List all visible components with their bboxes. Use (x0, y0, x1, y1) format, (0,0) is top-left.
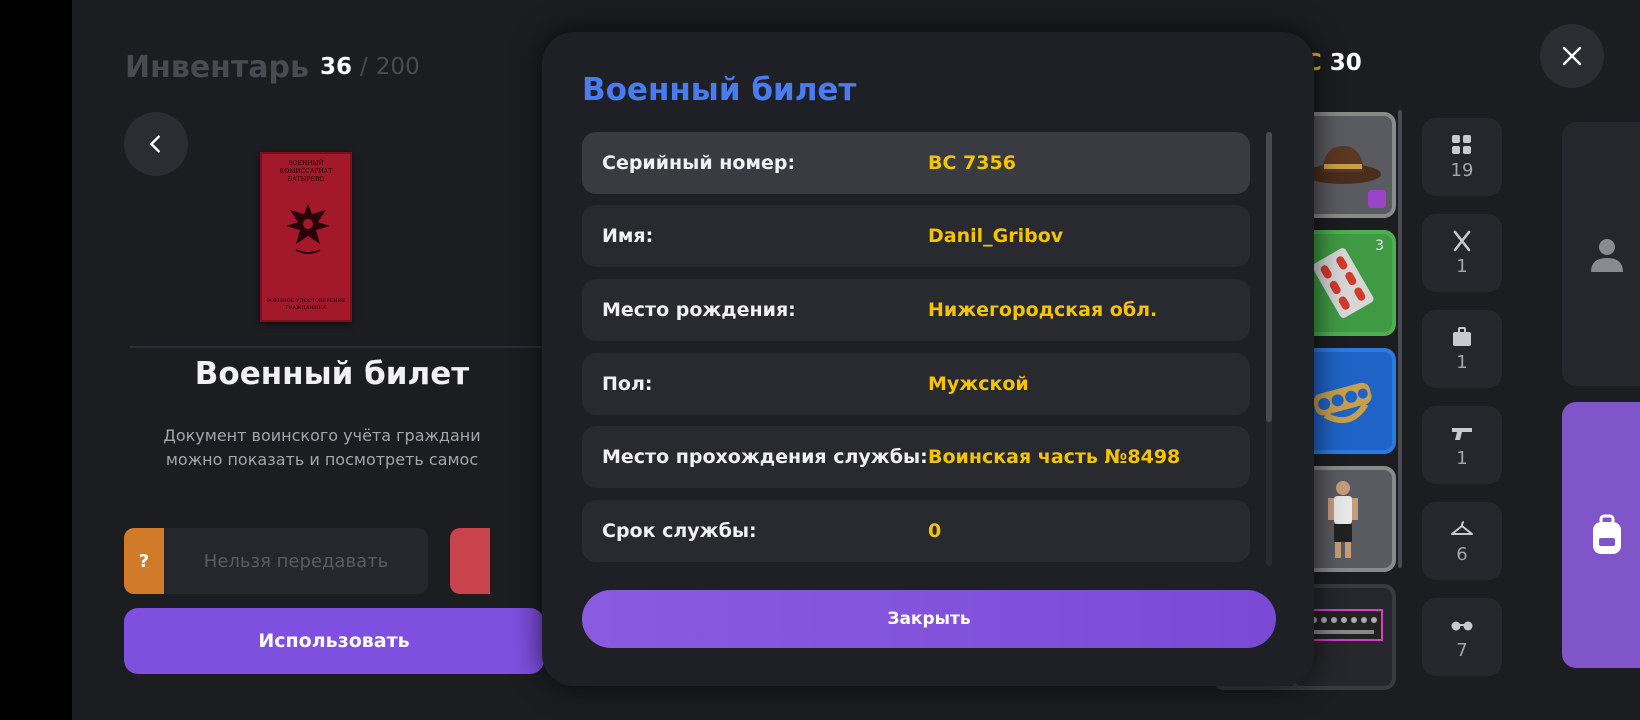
category-food[interactable]: 1 (1422, 214, 1502, 292)
doc-header-text: ВОЕННЫЙ КОМИССАРИАТ БАТЫРЕВО (279, 160, 333, 183)
item-description-line2: можно показать и посмотреть самос (165, 450, 479, 469)
field-value: Нижегородская обл. (928, 299, 1158, 321)
tab-backpack[interactable] (1562, 402, 1640, 668)
field-label: Срок службы: (602, 520, 757, 542)
category-count: 1 (1456, 447, 1468, 469)
field-label: Место рождения: (602, 299, 796, 321)
category-count: 1 (1456, 351, 1468, 373)
backpack-icon (1593, 514, 1621, 554)
item-description: Документ воинского учёта граждани можно … (112, 424, 532, 472)
close-button[interactable]: Закрыть (582, 590, 1276, 648)
document-modal: Военный билет Серийный номер: ВС 7356 Им… (542, 32, 1314, 686)
divider (130, 346, 550, 348)
category-weapons[interactable]: 1 (1422, 406, 1502, 484)
field-value: ВС 7356 (928, 152, 1016, 174)
close-icon (1562, 46, 1582, 66)
chevron-left-icon (150, 135, 160, 153)
modal-title: Военный билет (582, 72, 857, 108)
eagle-emblem-icon (286, 204, 330, 254)
field-row-serial[interactable]: Серийный номер: ВС 7356 (582, 132, 1250, 194)
category-count: 1 (1456, 255, 1468, 277)
category-count: 19 (1450, 159, 1474, 181)
item-name: Военный билет (194, 356, 470, 392)
help-badge[interactable]: ? (124, 528, 164, 594)
category-clothes[interactable]: 6 (1422, 502, 1502, 580)
inventory-title: Инвентарь (125, 50, 309, 85)
field-label: Серийный номер: (602, 152, 796, 174)
scrollbar-thumb[interactable] (1266, 132, 1272, 422)
hanger-icon (1451, 520, 1473, 535)
food-icon (1453, 230, 1471, 251)
field-row-birthplace[interactable]: Место рождения: Нижегородская обл. (582, 279, 1250, 341)
field-row-gender[interactable]: Пол: Мужской (582, 353, 1250, 415)
gun-icon (1452, 427, 1472, 440)
person-icon (1591, 239, 1623, 272)
doc-footer-text: ВОЕННОЕ УДОСТОВЕРЕНИЕ ГРАЖДАНИНА (266, 298, 346, 311)
use-button[interactable]: Использовать (124, 608, 544, 674)
person-badge-icon (1368, 190, 1386, 208)
item-description-line1: Документ воинского учёта граждани (163, 426, 481, 445)
inventory-count-current: 36 (320, 54, 353, 80)
grid-scrollbar[interactable] (1398, 110, 1402, 568)
category-accessories[interactable]: 7 (1422, 598, 1502, 676)
close-inventory-button[interactable] (1540, 24, 1604, 88)
category-all[interactable]: 19 (1422, 118, 1502, 196)
field-label: Место прохождения службы: (602, 446, 928, 468)
military-id-image: ВОЕННЫЙ КОМИССАРИАТ БАТЫРЕВО ВОЕННОЕ УДО… (260, 152, 352, 322)
inventory-count-separator: / (360, 54, 368, 80)
inventory-capacity: 36 / 200 (320, 54, 420, 80)
category-count: 7 (1456, 639, 1468, 661)
inventory-screen: Инвентарь 36 / 200 ВОЕННЫЙ КОМИССАРИАТ Б… (72, 0, 1640, 720)
field-value: Danil_Gribov (928, 225, 1064, 247)
back-button[interactable] (124, 112, 188, 176)
mc-value: 30 (1329, 50, 1362, 76)
modal-scrollbar[interactable] (1266, 132, 1272, 566)
field-value: 0 (928, 520, 942, 542)
field-row-service-place[interactable]: Место прохождения службы: Воинская часть… (582, 426, 1250, 488)
bag-icon (1453, 326, 1471, 346)
grid-icon (1452, 134, 1471, 154)
category-bag[interactable]: 1 (1422, 310, 1502, 388)
field-value: Мужской (928, 373, 1029, 395)
transfer-status: Нельзя передавать (164, 528, 428, 594)
field-label: Имя: (602, 225, 654, 247)
drop-button[interactable] (450, 528, 490, 594)
tab-character[interactable] (1562, 122, 1640, 386)
item-quantity: 3 (1375, 238, 1384, 254)
category-count: 6 (1456, 543, 1468, 565)
glasses-icon (1451, 621, 1473, 630)
field-label: Пол: (602, 373, 653, 395)
inventory-count-max: 200 (375, 54, 420, 80)
field-row-service-term[interactable]: Срок службы: 0 (582, 500, 1250, 562)
field-value: Воинская часть №8498 (928, 446, 1181, 468)
field-row-name[interactable]: Имя: Danil_Gribov (582, 205, 1250, 267)
